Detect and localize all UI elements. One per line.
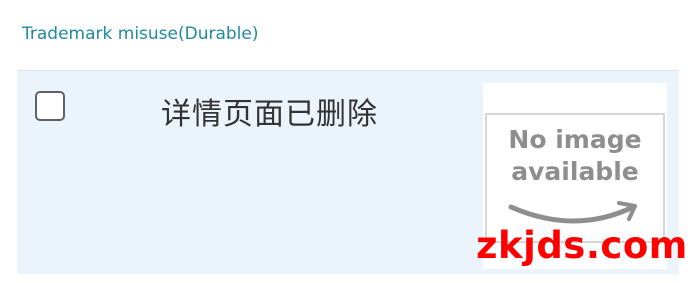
watermark: zkjds.com [476,224,688,267]
placeholder-line-2: available [511,157,639,186]
placeholder-line-1: No image [508,125,642,154]
row-checkbox[interactable] [35,91,65,121]
section-title: Trademark misuse(Durable) [22,24,259,44]
product-title: 详情页面已删除 [161,97,378,132]
